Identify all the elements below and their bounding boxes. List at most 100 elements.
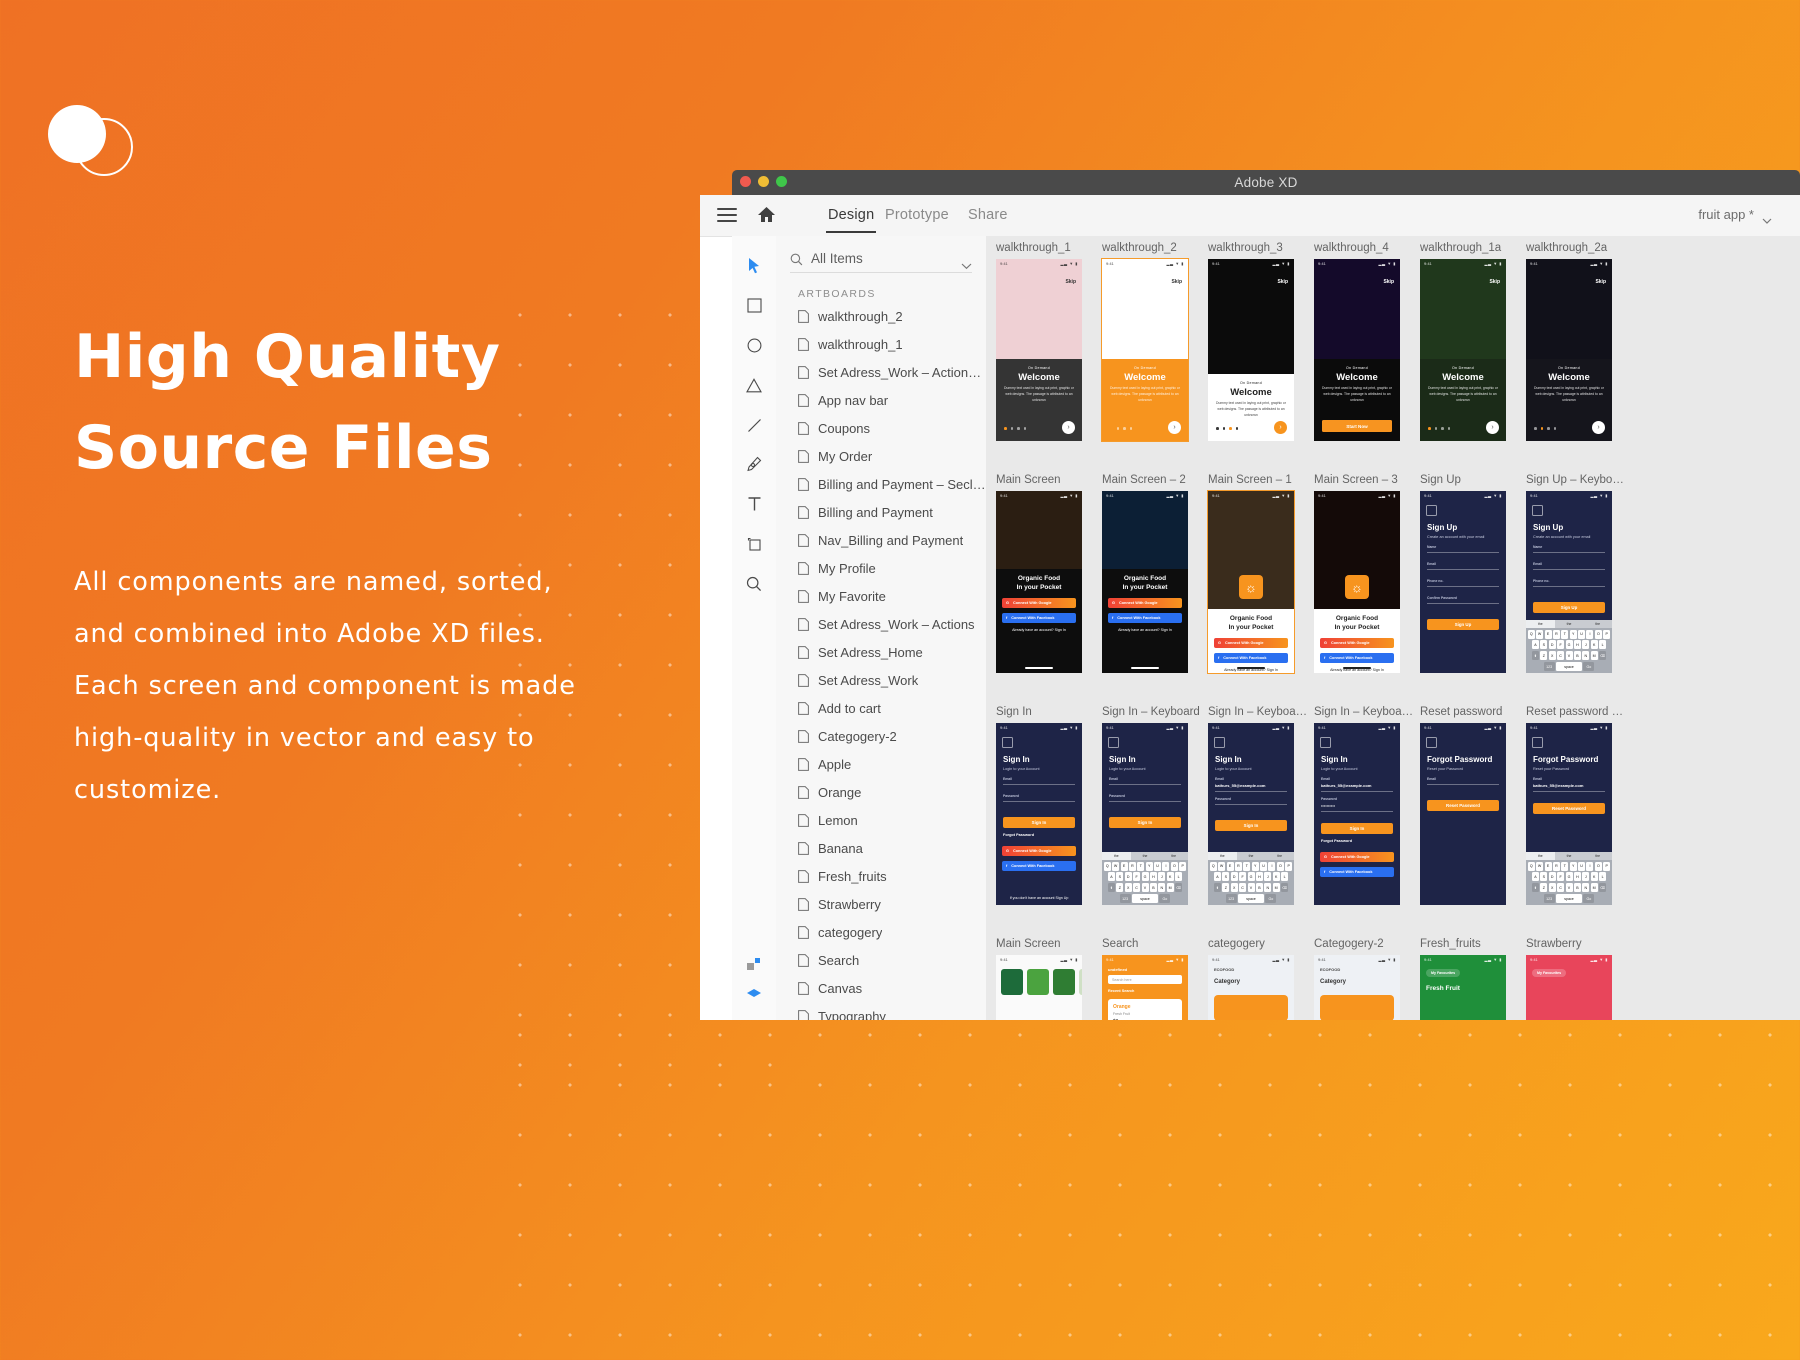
key-R[interactable]: R bbox=[1129, 862, 1136, 871]
layer-item[interactable]: Apple bbox=[776, 750, 986, 778]
facebook-signin-button[interactable]: fConnect With Facebook bbox=[1320, 867, 1394, 877]
pagination-dots[interactable] bbox=[1216, 427, 1238, 430]
key-L[interactable]: L bbox=[1281, 872, 1288, 881]
keyboard-row[interactable]: 123spaceGo bbox=[1526, 894, 1612, 903]
pagination-dot[interactable] bbox=[1011, 427, 1014, 430]
key-G[interactable]: G bbox=[1566, 640, 1573, 649]
artboard[interactable]: walkthrough_29:41▂▃ ▼ ▮SkipOn DemandWelc… bbox=[1102, 242, 1188, 441]
key-D[interactable]: D bbox=[1231, 872, 1238, 881]
layer-item[interactable]: Billing and Payment bbox=[776, 498, 986, 526]
key-B[interactable]: B bbox=[1574, 883, 1581, 892]
artboard[interactable]: Strawberry9:41▂▃ ▼ ▮My Favourites bbox=[1526, 938, 1612, 1020]
pen-tool[interactable] bbox=[743, 453, 765, 475]
key-E[interactable]: E bbox=[1545, 862, 1552, 871]
category-card[interactable] bbox=[1214, 995, 1288, 1020]
artboard-frame[interactable]: 9:41▂▃ ▼ ▮☼Organic FoodIn your PocketGCo… bbox=[996, 491, 1082, 673]
key-Y[interactable]: Y bbox=[1570, 862, 1577, 871]
pagination-dot[interactable] bbox=[1554, 427, 1557, 430]
key-Q[interactable]: Q bbox=[1528, 862, 1535, 871]
key-V[interactable]: V bbox=[1566, 883, 1573, 892]
artboard-frame[interactable]: 9:41▂▃ ▼ ▮SkipOn DemandWelcomeDummy text… bbox=[1102, 259, 1188, 441]
artboard[interactable]: Sign Up – Keyboard9:41▂▃ ▼ ▮Sign UpCreat… bbox=[1526, 474, 1612, 673]
key-G[interactable]: G bbox=[1566, 872, 1573, 881]
artboard-frame[interactable]: 9:41▂▃ ▼ ▮Forgot PasswordReset your Pass… bbox=[1420, 723, 1506, 905]
layer-item[interactable]: Set Adress_Work – Actions bbox=[776, 610, 986, 638]
suggestion[interactable]: the bbox=[1555, 620, 1584, 628]
key-H[interactable]: H bbox=[1150, 872, 1157, 881]
artboard[interactable]: Sign In – Keyboard9:41▂▃ ▼ ▮Sign InLogin… bbox=[1102, 706, 1188, 905]
shift-key[interactable]: ⬆ bbox=[1532, 651, 1539, 660]
artboard-frame[interactable]: 9:41▂▃ ▼ ▮ bbox=[996, 955, 1082, 1020]
key-I[interactable]: I bbox=[1162, 862, 1169, 871]
pagination-dot[interactable] bbox=[1428, 427, 1431, 430]
go-key[interactable]: Go bbox=[1265, 894, 1276, 903]
primary-cta-button[interactable]: Sign In bbox=[1215, 820, 1287, 831]
artboard-label[interactable]: walkthrough_3 bbox=[1208, 242, 1308, 254]
artboard-frame[interactable]: 9:41▂▃ ▼ ▮ECOFOODCategory bbox=[1208, 955, 1294, 1020]
skip-button[interactable]: Skip bbox=[1171, 279, 1182, 285]
result-card[interactable]: OrangeFresh Fruit$3 bbox=[1108, 999, 1182, 1020]
key-E[interactable]: E bbox=[1121, 862, 1128, 871]
layer-item[interactable]: App nav bar bbox=[776, 386, 986, 414]
space-key[interactable]: space bbox=[1556, 894, 1582, 903]
suggestion[interactable]: the bbox=[1583, 852, 1612, 860]
keyboard-row[interactable]: QWERTYUIOP bbox=[1102, 862, 1188, 871]
layer-item[interactable]: Nav_Billing and Payment bbox=[776, 526, 986, 554]
artboard[interactable]: Sign Up9:41▂▃ ▼ ▮Sign UpCreate an accoun… bbox=[1420, 474, 1506, 673]
keyboard-row[interactable]: ⬆ZXCVBNM⌫ bbox=[1526, 651, 1612, 660]
key-Y[interactable]: Y bbox=[1252, 862, 1259, 871]
keyboard-row[interactable]: ⬆ZXCVBNM⌫ bbox=[1526, 883, 1612, 892]
select-tool[interactable] bbox=[743, 254, 765, 276]
key-Z[interactable]: Z bbox=[1222, 883, 1229, 892]
tile-fresh[interactable] bbox=[1053, 969, 1075, 995]
artboard[interactable]: Main Screen – 29:41▂▃ ▼ ▮☼Organic FoodIn… bbox=[1102, 474, 1188, 673]
key-F[interactable]: F bbox=[1557, 640, 1564, 649]
form-field[interactable]: Phone no. bbox=[1533, 579, 1605, 587]
artboard-frame[interactable]: 9:41▂▃ ▼ ▮Sign InLogin to your AccountEm… bbox=[1208, 723, 1294, 905]
start-now-button[interactable]: Start Now bbox=[1322, 420, 1392, 432]
key-T[interactable]: T bbox=[1137, 862, 1144, 871]
artboard-label[interactable]: Sign Up bbox=[1420, 474, 1520, 486]
window-titlebar[interactable]: Adobe XD bbox=[732, 170, 1800, 195]
key-F[interactable]: F bbox=[1133, 872, 1140, 881]
skip-button[interactable]: Skip bbox=[1065, 279, 1076, 285]
skip-button[interactable]: Skip bbox=[1277, 279, 1288, 285]
back-button[interactable] bbox=[1002, 737, 1013, 748]
key-M[interactable]: M bbox=[1273, 883, 1280, 892]
artboard-label[interactable]: Main Screen bbox=[996, 474, 1096, 486]
pagination-dots[interactable] bbox=[1004, 427, 1026, 430]
key-S[interactable]: S bbox=[1222, 872, 1229, 881]
artboard[interactable]: walkthrough_39:41▂▃ ▼ ▮SkipOn DemandWelc… bbox=[1208, 242, 1294, 441]
tile-deals[interactable] bbox=[1027, 969, 1049, 995]
artboard-label[interactable]: categogery bbox=[1208, 938, 1308, 950]
suggestion[interactable]: the bbox=[1102, 852, 1131, 860]
key-P[interactable]: P bbox=[1603, 862, 1610, 871]
artboard-tool[interactable] bbox=[743, 533, 765, 555]
artboard[interactable]: Fresh_fruits9:41▂▃ ▼ ▮My FavouritesFresh… bbox=[1420, 938, 1506, 1020]
artboard[interactable]: Main Screen9:41▂▃ ▼ ▮ bbox=[996, 938, 1082, 1020]
pagination-dot[interactable] bbox=[1130, 427, 1133, 430]
artboard-label[interactable]: Fresh_fruits bbox=[1420, 938, 1520, 950]
artboard-frame[interactable]: 9:41▂▃ ▼ ▮Sign InLogin to your AccountEm… bbox=[1314, 723, 1400, 905]
key-K[interactable]: K bbox=[1591, 872, 1598, 881]
pagination-dot[interactable] bbox=[1216, 427, 1219, 430]
form-field[interactable]: Name bbox=[1533, 545, 1605, 553]
key-S[interactable]: S bbox=[1540, 872, 1547, 881]
key-B[interactable]: B bbox=[1256, 883, 1263, 892]
key-K[interactable]: K bbox=[1591, 640, 1598, 649]
key-F[interactable]: F bbox=[1557, 872, 1564, 881]
artboard-frame[interactable]: 9:41▂▃ ▼ ▮Forgot PasswordReset your Pass… bbox=[1526, 723, 1612, 905]
pagination-dot[interactable] bbox=[1441, 427, 1444, 430]
artboard[interactable]: Reset password Ke...9:41▂▃ ▼ ▮Forgot Pas… bbox=[1526, 706, 1612, 905]
primary-cta-button[interactable]: Sign Up bbox=[1533, 602, 1605, 613]
google-signin-button[interactable]: GConnect With Google bbox=[1320, 638, 1394, 648]
pagination-dots[interactable] bbox=[1110, 427, 1132, 430]
layer-item[interactable]: walkthrough_1 bbox=[776, 330, 986, 358]
artboard-label[interactable]: Sign In – Keyboard ... bbox=[1314, 706, 1414, 718]
key-T[interactable]: T bbox=[1561, 862, 1568, 871]
form-field[interactable]: Emailkathurs_55@example.com bbox=[1321, 777, 1393, 792]
skip-button[interactable]: Skip bbox=[1489, 279, 1500, 285]
zoom-tool[interactable] bbox=[743, 573, 765, 595]
key-E[interactable]: E bbox=[1545, 630, 1552, 639]
key-N[interactable]: N bbox=[1582, 883, 1589, 892]
